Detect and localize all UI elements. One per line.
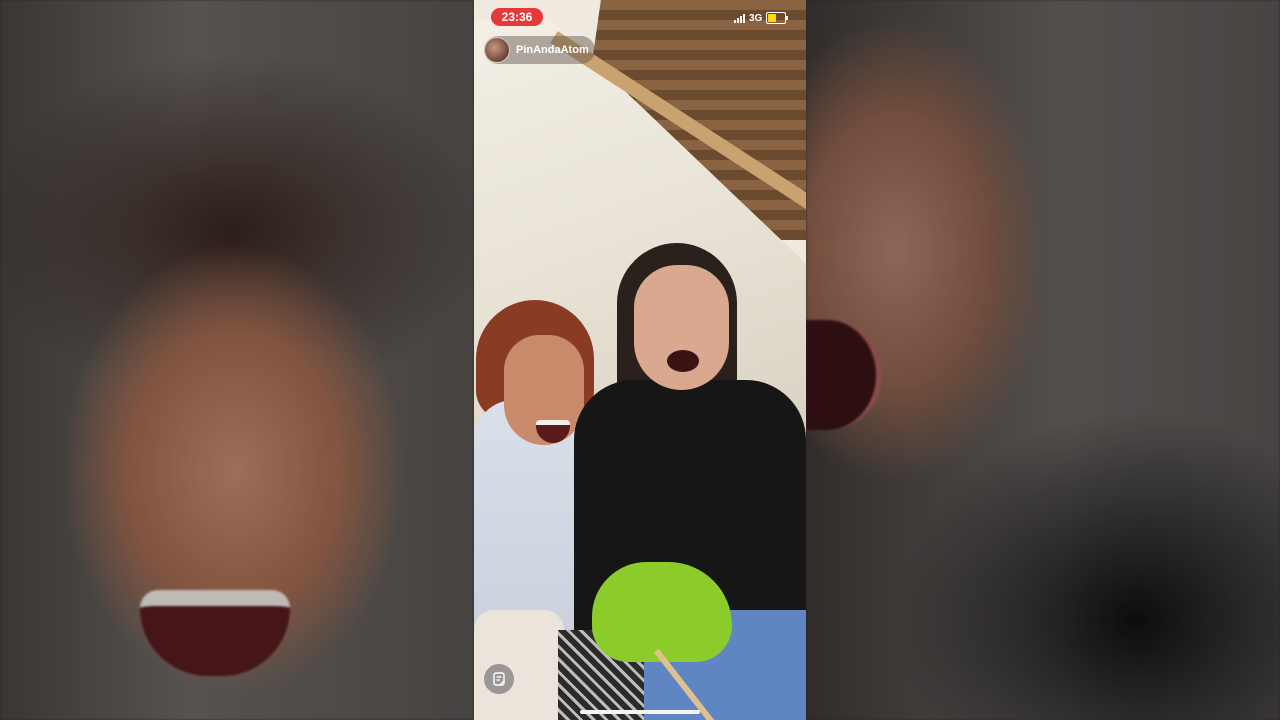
battery-icon	[766, 12, 789, 24]
blurred-backdrop-left	[0, 0, 474, 720]
white-pants	[474, 610, 564, 720]
blurred-backdrop-right	[806, 0, 1280, 720]
account-username: PinAndaAtom	[516, 44, 589, 56]
person-right-mouth	[667, 350, 699, 372]
live-account-chip[interactable]: PinAndaAtom	[484, 36, 595, 64]
avatar[interactable]	[484, 37, 510, 63]
status-time: 23:36	[491, 8, 543, 26]
battery-level	[768, 14, 777, 22]
notes-button[interactable]	[484, 664, 514, 694]
status-indicators: 3G	[734, 11, 789, 25]
home-indicator[interactable]	[580, 710, 700, 714]
video-frame[interactable]	[474, 0, 806, 720]
video-scene	[474, 0, 806, 720]
signal-icon	[734, 13, 745, 23]
network-label: 3G	[749, 12, 763, 24]
notes-icon	[493, 672, 505, 686]
